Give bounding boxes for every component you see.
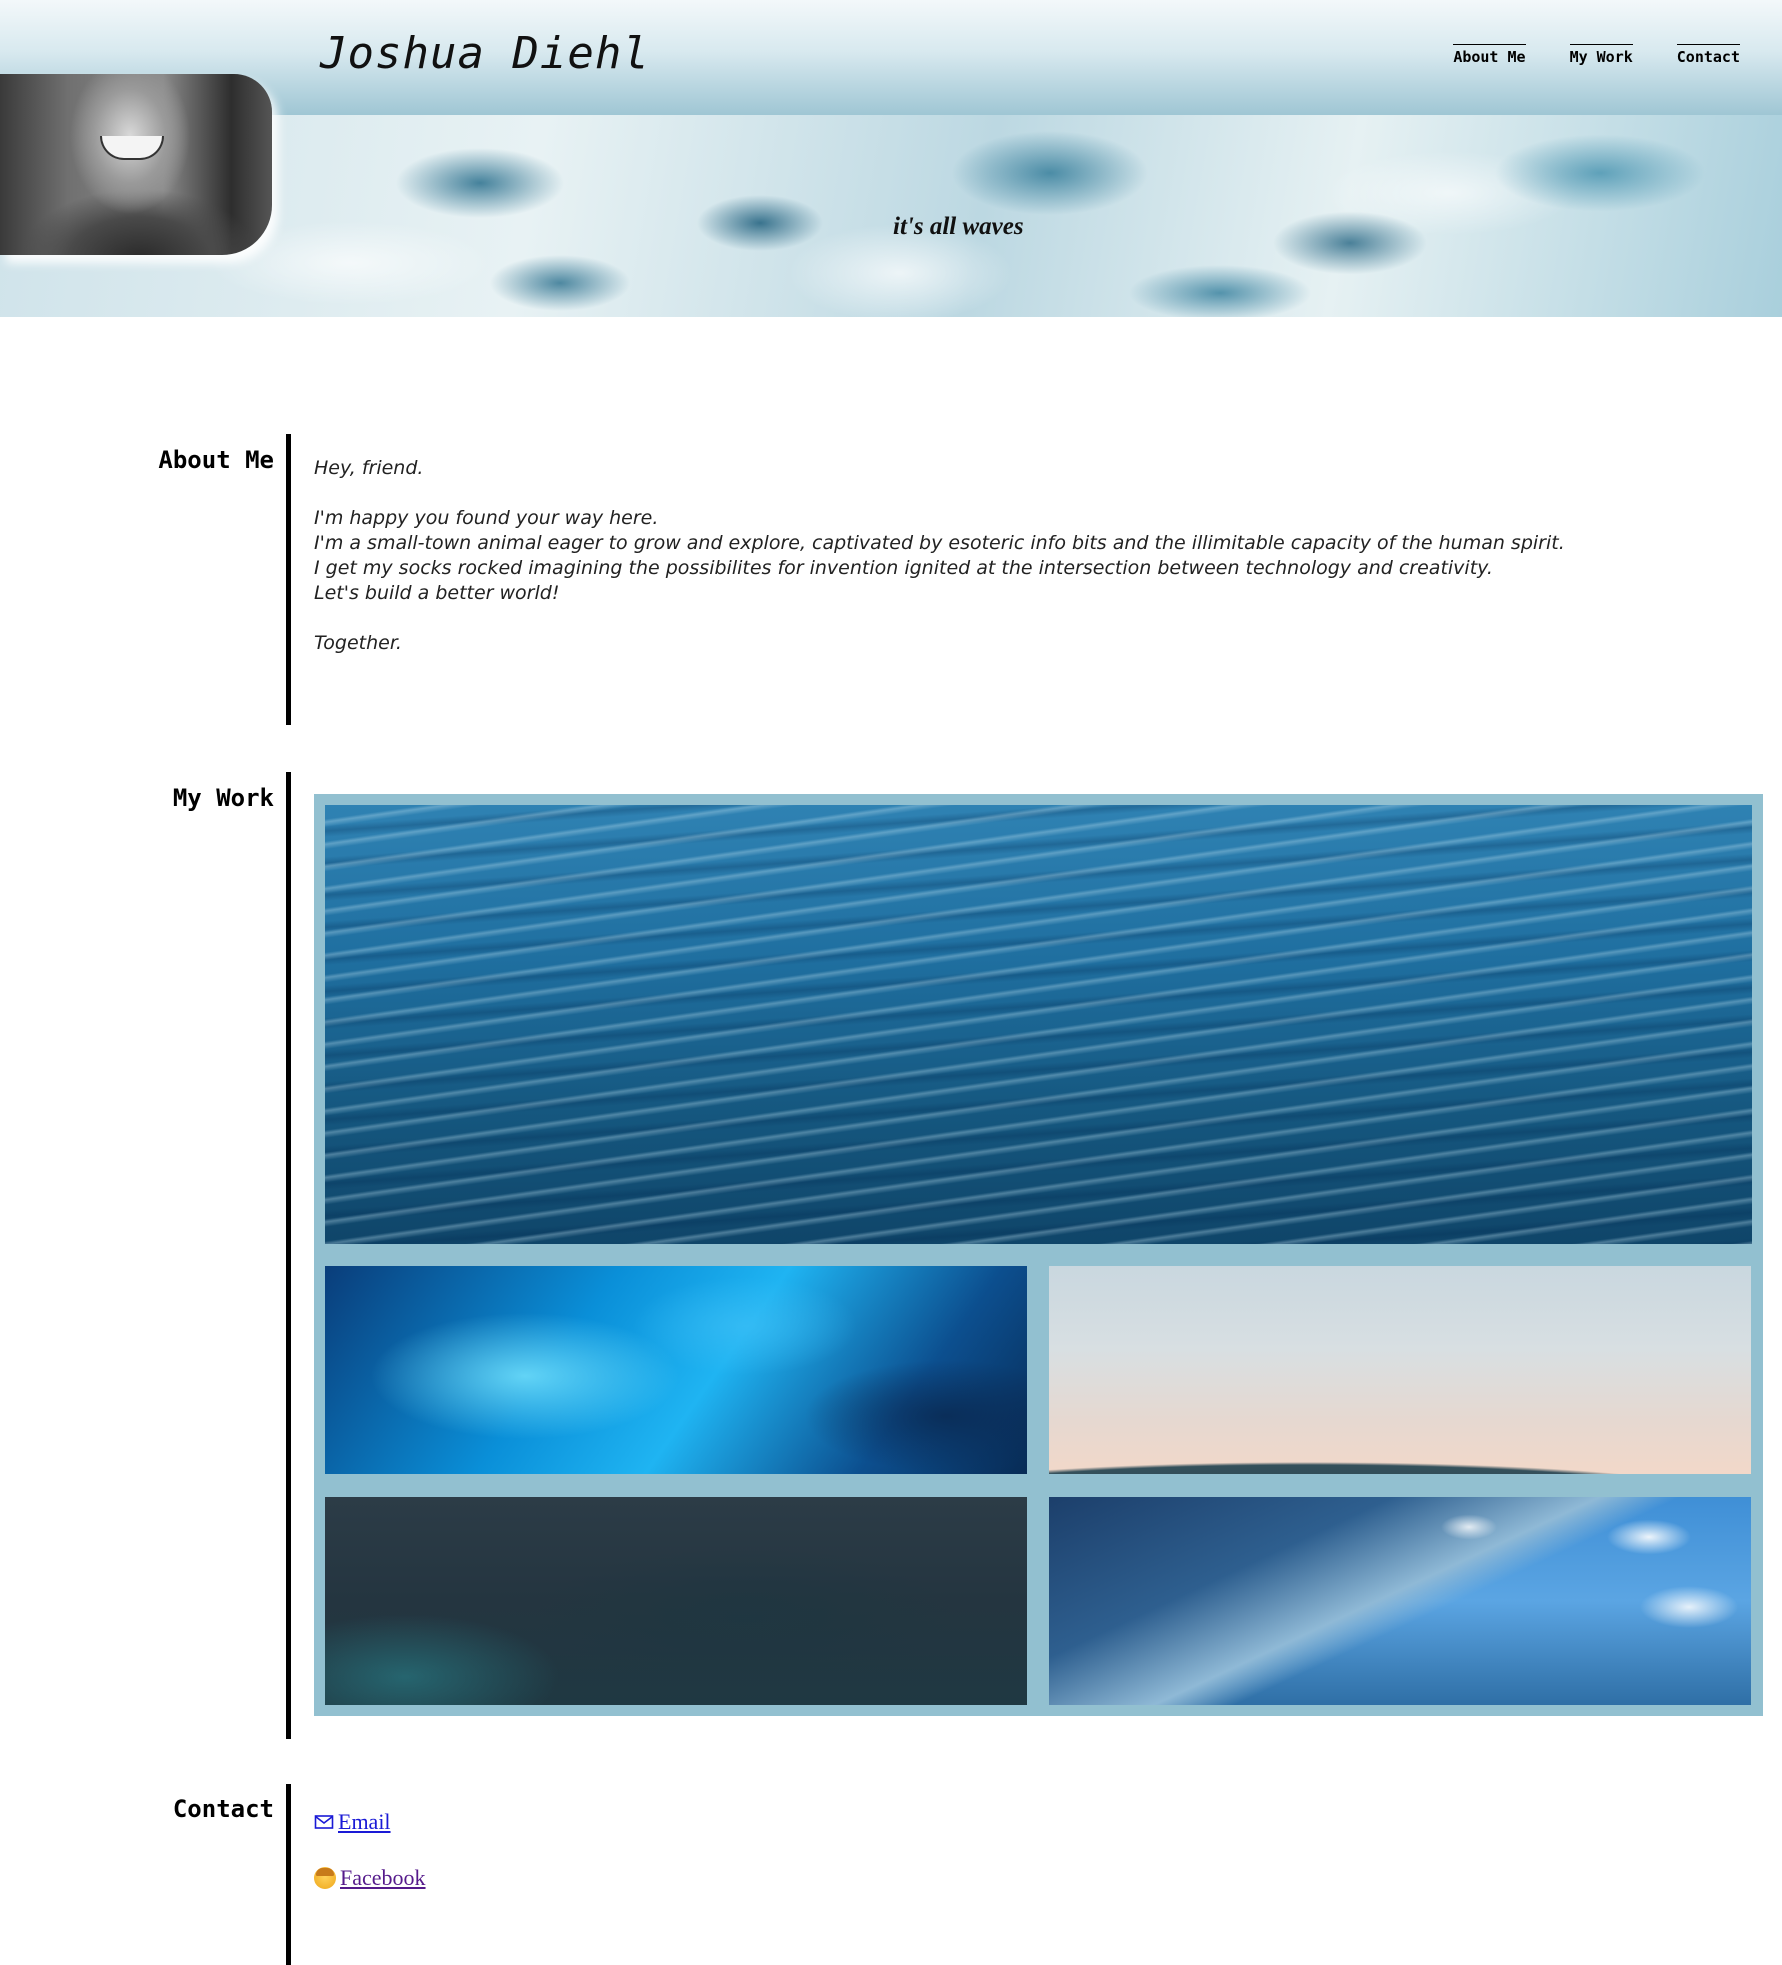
nav-contact[interactable]: Contact [1676, 44, 1740, 66]
mail-icon [314, 1815, 334, 1829]
about-line: I get my socks rocked imagining the poss… [314, 557, 1493, 579]
about-spacer [314, 606, 1565, 631]
about-divider [286, 434, 291, 725]
gallery-image-bright-wave[interactable] [325, 1266, 1027, 1474]
page: Joshua Diehl About Me My Work Contact it… [0, 0, 1782, 1965]
work-divider [286, 772, 291, 1739]
about-heading: About Me [158, 446, 274, 474]
facebook-link[interactable]: Facebook [314, 1864, 426, 1892]
work-gallery [314, 794, 1763, 1716]
tagline: it's all waves [893, 213, 1024, 240]
contact-row: Facebook [314, 1864, 426, 1920]
about-line: I'm happy you found your way here. [314, 507, 659, 529]
email-link[interactable]: Email [314, 1808, 426, 1836]
about-line: Let's build a better world! [314, 582, 560, 604]
contact-divider [286, 1784, 291, 1965]
gallery-image-dark-water[interactable] [325, 1497, 1027, 1705]
nav-my-work[interactable]: My Work [1569, 44, 1633, 66]
gallery-image-horizon-swell[interactable] [1049, 1266, 1751, 1474]
facebook-link-label: Facebook [340, 1865, 426, 1890]
about-spacer [314, 481, 1565, 506]
gallery-image-breaking-wave[interactable] [1049, 1497, 1751, 1705]
about-line: I'm a small-town animal eager to grow an… [314, 532, 1565, 554]
work-heading: My Work [172, 784, 274, 812]
top-nav: About Me My Work Contact [1453, 44, 1740, 66]
face-emoji-icon [314, 1867, 336, 1889]
nav-about-me[interactable]: About Me [1453, 44, 1526, 66]
about-text: Hey, friend. I'm happy you found your wa… [314, 456, 1565, 656]
contact-heading: Contact [172, 1795, 274, 1823]
about-line: Together. [314, 632, 402, 654]
about-line: Hey, friend. [314, 457, 424, 479]
gallery-image-ocean-surface[interactable] [325, 805, 1752, 1244]
avatar-smile [100, 136, 164, 160]
contact-links: Email Facebook [314, 1808, 426, 1920]
avatar [0, 74, 272, 255]
site-title: Joshua Diehl [320, 28, 650, 79]
contact-row: Email [314, 1808, 426, 1864]
email-link-label: Email [338, 1809, 391, 1834]
